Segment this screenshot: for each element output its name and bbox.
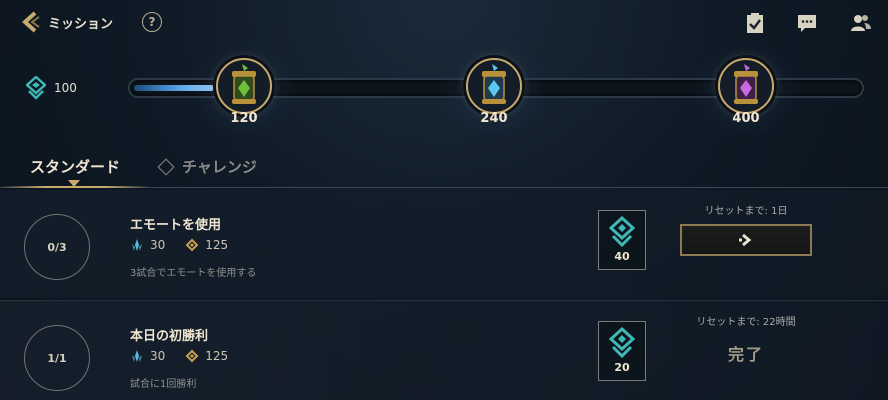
mission-progress: 1/1 — [24, 325, 90, 391]
milestone-reward-3[interactable]: 400 — [692, 42, 800, 138]
mission-tabs: スタンダード チャレンジ — [0, 150, 888, 188]
capsule-icon — [734, 64, 758, 104]
token-amount: 20 — [614, 361, 630, 374]
milestone-value: 240 — [480, 111, 508, 126]
reset-timer: リセットまで: 1日 — [704, 206, 788, 217]
mission-token-reward: 40 — [598, 210, 646, 270]
mission-title: 本日の初勝利 — [130, 329, 209, 344]
chat-icon — [798, 15, 816, 32]
blue-essence-value: 30 — [150, 238, 166, 252]
mission-token-icon — [609, 216, 635, 248]
checklist-button[interactable] — [744, 12, 766, 34]
friends-icon — [851, 15, 871, 31]
help-button[interactable]: ? — [142, 12, 162, 32]
milestone-value: 400 — [732, 111, 760, 126]
mission-complete-label: 完了 — [727, 345, 764, 364]
capsule-icon — [232, 64, 256, 104]
mission-rewards: 30 125 — [130, 349, 228, 363]
page-title: ミッション — [48, 16, 114, 32]
blue-essence-value: 30 — [150, 349, 166, 363]
go-to-mission-button[interactable] — [680, 224, 812, 256]
milestone-reward-2[interactable]: 240 — [440, 42, 548, 138]
gold-shard-icon — [185, 349, 199, 363]
mission-title: エモートを使用 — [130, 218, 222, 233]
gold-shard-icon — [185, 238, 199, 252]
friends-button[interactable] — [850, 12, 872, 34]
token-amount: 40 — [614, 250, 630, 263]
mission-rewards: 30 125 — [130, 238, 228, 252]
capsule-icon — [482, 64, 506, 104]
header: ミッション ? — [0, 0, 888, 46]
chevron-right-icon — [739, 233, 752, 247]
challenge-icon — [157, 158, 175, 175]
back-button[interactable]: ミッション — [20, 8, 113, 36]
mission-row: 0/3 エモートを使用 30 125 3試合でエモートを使用する 40 リセット… — [0, 190, 888, 298]
mission-description: 試合に1回勝利 — [130, 379, 197, 390]
gold-value: 125 — [205, 238, 229, 252]
caret-down-icon — [68, 180, 80, 187]
reward-track: 100 120 240 400 — [0, 42, 888, 144]
token-count: 100 — [54, 81, 77, 95]
chevron-left-icon — [22, 11, 40, 33]
mission-token-reward: 20 — [598, 321, 646, 381]
tab-standard[interactable]: スタンダード — [30, 156, 120, 177]
clipboard-check-icon — [747, 13, 763, 33]
chat-button[interactable] — [796, 12, 818, 34]
mission-row: 1/1 本日の初勝利 30 125 試合に1回勝利 20 リセットまで: 22時… — [0, 300, 888, 400]
tab-challenge[interactable]: チャレンジ — [157, 156, 257, 177]
mission-progress: 0/3 — [24, 214, 90, 280]
mission-token-balance: 100 — [26, 76, 77, 100]
blue-essence-icon — [132, 239, 142, 251]
mission-token-icon — [26, 76, 46, 100]
tab-label: チャレンジ — [182, 158, 257, 176]
gold-value: 125 — [205, 349, 229, 363]
mission-token-icon — [609, 327, 635, 359]
milestone-value: 120 — [230, 111, 258, 126]
milestone-reward-1[interactable]: 120 — [190, 42, 298, 138]
mission-description: 3試合でエモートを使用する — [130, 268, 257, 279]
blue-essence-icon — [132, 350, 142, 362]
reset-timer: リセットまで: 22時間 — [696, 317, 796, 328]
tab-label: スタンダード — [30, 158, 121, 176]
